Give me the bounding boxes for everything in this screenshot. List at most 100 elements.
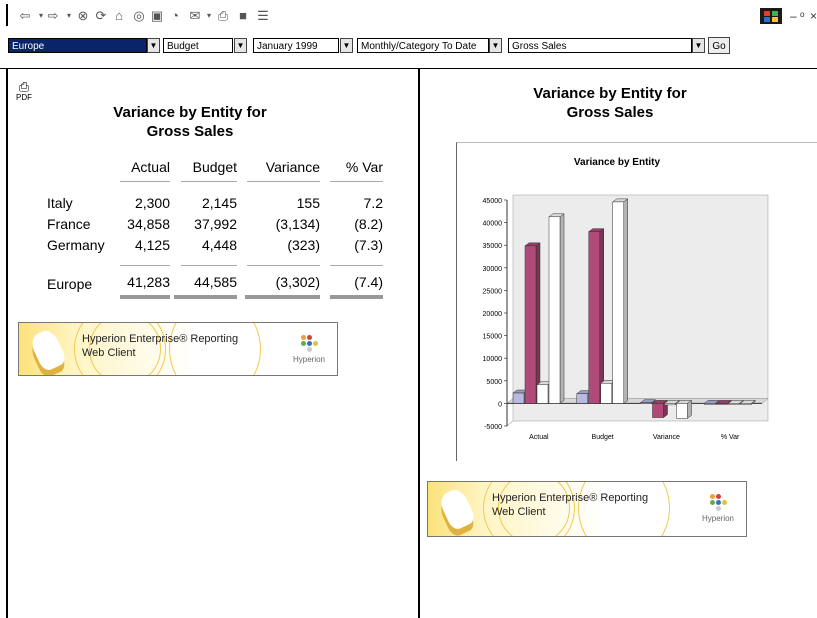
bar [536,384,549,404]
bar-side [559,213,565,404]
header-underline [247,181,320,182]
bar [652,403,664,418]
entity-dropdown-icon[interactable]: ▼ [147,38,160,53]
browser-toolbar: ⇦ ▾ ⇨ ▾ ⊗ ⟳ ⌂ ◎ ▣ ◔ ✉ ▾ ⎙ ■ ☰ – ᵒ × [0,0,817,31]
stop-icon[interactable]: ⊗ [76,9,90,23]
row-label-europe: Europe [47,276,93,292]
cell-variance: 155 [296,195,320,211]
home-icon[interactable]: ⌂ [112,9,126,23]
pdf-print-icon[interactable]: ⎙ PDF [14,80,34,102]
y-tick-label: 35000 [483,243,503,250]
entity-select[interactable]: Europe [8,38,147,53]
mail-dropdown-icon[interactable]: ▾ [202,9,216,23]
row-label-italy: Italy [47,195,73,211]
y-tick-label: -5000 [484,424,502,431]
report-title-line2: Gross Sales [146,123,234,140]
cell-budget: 2,145 [201,195,237,211]
header-underline [181,181,237,182]
row-label-france: France [47,216,91,232]
total-variance: (3,302) [275,274,320,290]
bar [512,392,525,404]
chart-panel: Variance by Entity 45000 40000 35000 30000 25… [456,142,817,461]
bar [524,245,537,404]
scenario-select[interactable]: Budget [163,38,233,53]
right-title-line1: Variance by Entity for [533,85,687,102]
report-title: Variance by Entity for Gross Sales [100,103,280,141]
close-icon[interactable]: × [810,9,817,23]
banner-foot-image [28,327,68,373]
cell-budget: 37,992 [194,216,237,232]
row-label-germany: Germany [47,237,105,253]
mail-icon[interactable]: ✉ [188,9,202,23]
go-button[interactable]: Go [708,37,730,54]
period-dropdown-icon[interactable]: ▼ [340,38,353,53]
header-underline [330,181,383,182]
search-icon[interactable]: ◎ [132,9,146,23]
discuss-icon[interactable]: ☰ [256,9,270,23]
bar [728,403,740,405]
banner-foot-image [437,486,477,532]
bar-side [535,242,541,404]
bar [676,403,688,419]
frame-divider[interactable] [418,69,420,618]
cell-pct-var: (7.3) [354,237,383,253]
total-overline [181,265,237,266]
favorites-icon[interactable]: ▣ [150,9,164,23]
hyperion-banner-right: Hyperion Enterprise® Reporting Web Clien… [427,481,747,537]
total-overline [330,265,383,266]
banner-line2: Web Client [492,506,546,518]
account-dropdown-icon[interactable]: ▼ [692,38,705,53]
bar-side [623,198,628,404]
view-select[interactable]: Monthly/Category To Date [357,38,489,53]
cell-budget: 4,448 [201,237,237,253]
banner-line2: Web Client [82,347,136,359]
bar [664,403,676,406]
history-icon[interactable]: ◔ [168,9,182,23]
print-icon[interactable]: ⎙ [216,9,230,23]
total-double-underline [174,295,237,299]
toolbar-edge [6,4,8,26]
refresh-icon[interactable]: ⟳ [94,9,108,23]
hyperion-logo-text: Hyperion [701,514,734,523]
scenario-dropdown-icon[interactable]: ▼ [234,38,247,53]
y-tick-label: 25000 [483,288,503,295]
bar [576,393,588,404]
col-header-variance: Variance [265,159,320,175]
total-double-underline [330,295,383,299]
bar [612,201,624,404]
cell-variance: (323) [287,237,320,253]
total-budget: 44,585 [194,274,237,290]
bar [740,403,752,405]
hyperion-banner: Hyperion Enterprise® Reporting Web Clien… [18,322,338,376]
y-tick-label: 45000 [483,198,503,205]
bar [704,403,716,405]
restore-icon[interactable]: ᵒ [800,9,805,23]
minimize-icon[interactable]: – [790,9,797,23]
frame-left-border [6,69,8,618]
y-tick-label: 30000 [483,266,503,273]
cell-pct-var: (8.2) [354,216,383,232]
banner-text: Hyperion Enterprise® Reporting Web Clien… [82,332,238,360]
period-select[interactable]: January 1999 [253,38,339,53]
y-tick-label: 20000 [483,311,503,318]
total-actual: 41,283 [127,274,170,290]
bar [716,403,728,405]
col-header-budget: Budget [192,159,237,175]
forward-dropdown-icon[interactable]: ▾ [62,9,76,23]
bar [640,402,652,404]
view-dropdown-icon[interactable]: ▼ [489,38,502,53]
banner-line1: Hyperion Enterprise® Reporting [82,333,239,345]
hyperion-logo: Hyperion [291,333,327,369]
bar [588,231,600,404]
y-tick-label: 0 [498,401,502,408]
total-double-underline [245,295,320,299]
hyperion-logo-text: Hyperion [292,355,325,364]
back-icon[interactable]: ⇦ [18,9,32,23]
frame-top-border [0,68,817,69]
total-double-underline [120,295,170,299]
account-select[interactable]: Gross Sales [508,38,692,53]
edit-icon[interactable]: ■ [236,9,250,23]
forward-icon[interactable]: ⇨ [46,9,60,23]
col-header-actual: Actual [131,159,170,175]
x-tick-label: Budget [592,434,614,441]
